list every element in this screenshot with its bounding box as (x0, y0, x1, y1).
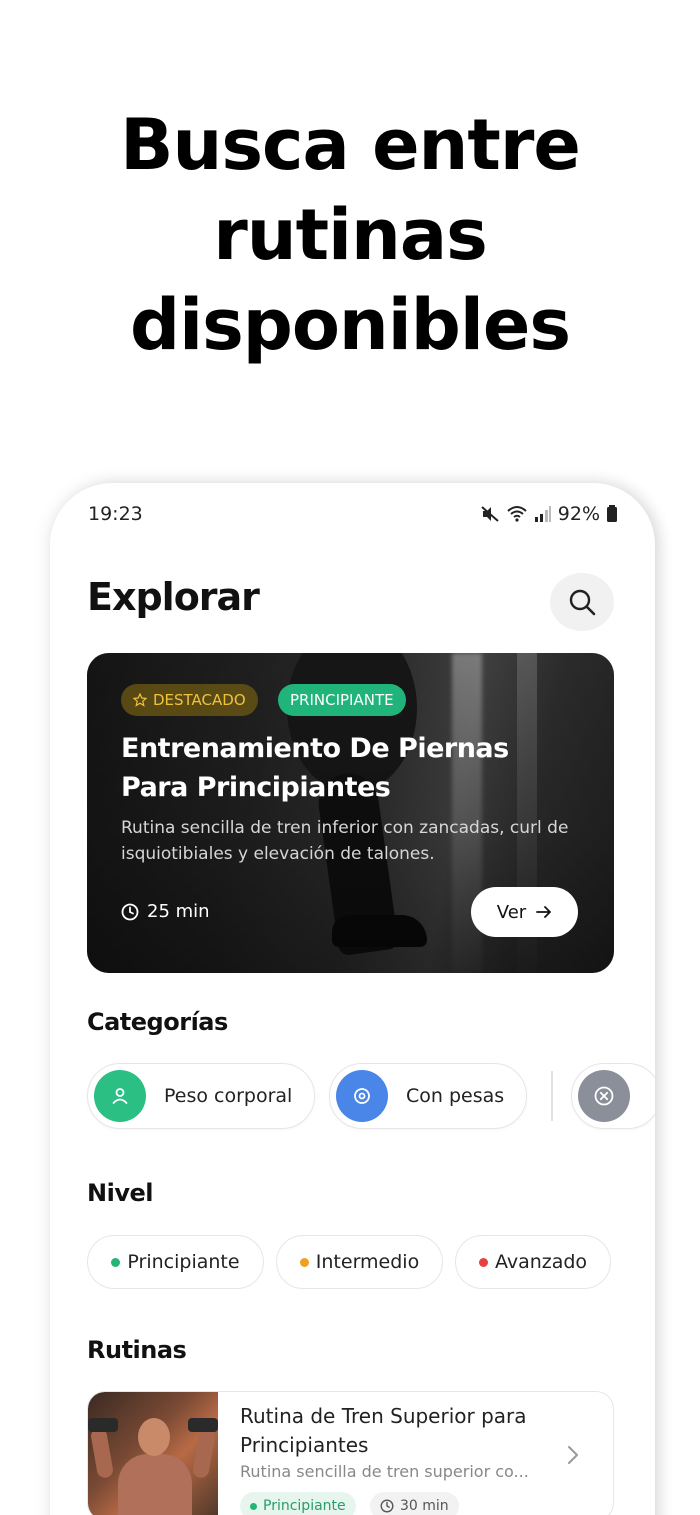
category-weights-label: Con pesas (406, 1085, 505, 1107)
featured-view-label: Ver (496, 901, 527, 923)
featured-view-button[interactable]: Ver (471, 887, 578, 937)
page-title: Explorar (87, 575, 260, 619)
routine-duration-label: 30 min (400, 1498, 449, 1514)
close-circle-icon (578, 1070, 630, 1122)
featured-title: Entrenamiento De Piernas Para Principian… (121, 729, 601, 807)
featured-description: Rutina sencilla de tren inferior con zan… (121, 818, 569, 864)
featured-duration: 25 min (121, 901, 210, 922)
battery-icon (607, 505, 617, 522)
search-button[interactable] (550, 573, 614, 631)
routine-duration-tag: 30 min (370, 1492, 459, 1515)
featured-badge: DESTACADO (121, 684, 258, 716)
level-intermediate-label: Intermedio (315, 1251, 420, 1273)
headline-line-1: Busca entre (120, 104, 581, 186)
routine-level-dot (250, 1502, 257, 1510)
mute-icon (481, 506, 499, 522)
category-clear[interactable] (571, 1063, 655, 1129)
level-beginner-chip[interactable]: Principiante (87, 1235, 264, 1289)
level-advanced-dot (478, 1257, 488, 1267)
status-bar: 19:23 92% (88, 503, 618, 529)
clock-icon (121, 903, 139, 920)
routine-level-label: Principiante (263, 1498, 346, 1514)
clock-icon (380, 1499, 394, 1513)
search-icon (569, 589, 596, 616)
categories-title: Categorías (87, 1008, 228, 1036)
battery-percent: 92% (557, 503, 600, 525)
level-badge-label: PRINCIPIANTE (290, 691, 394, 709)
featured-badge-label: DESTACADO (153, 691, 246, 709)
featured-title-line-1: Entrenamiento De Piernas (121, 733, 509, 764)
routines-title: Rutinas (87, 1336, 187, 1364)
level-intermediate-chip[interactable]: Intermedio (276, 1235, 443, 1289)
headline: Busca entre rutinas disponibles (0, 100, 700, 370)
star-icon (133, 693, 147, 707)
wifi-icon (507, 506, 527, 522)
level-advanced-chip[interactable]: Avanzado (455, 1235, 611, 1289)
target-icon (336, 1070, 388, 1122)
user-icon (94, 1070, 146, 1122)
category-bodyweight-label: Peso corporal (164, 1085, 293, 1107)
categories-row: Peso corporal Con pesas (87, 1063, 655, 1129)
routine-thumbnail (88, 1392, 218, 1515)
level-beginner-dot (111, 1257, 121, 1267)
level-advanced-label: Avanzado (494, 1251, 588, 1273)
status-time: 19:23 (88, 503, 143, 525)
featured-duration-label: 25 min (147, 901, 210, 922)
routine-description: Rutina sencilla de tren superior co... (240, 1462, 529, 1481)
status-icons: 92% (480, 503, 618, 525)
level-badge: PRINCIPIANTE (278, 684, 406, 716)
chevron-right-icon (568, 1446, 578, 1464)
level-title: Nivel (87, 1179, 153, 1207)
category-bodyweight[interactable]: Peso corporal (87, 1063, 316, 1129)
signal-icon (534, 506, 551, 522)
routine-card[interactable]: Rutina de Tren Superior para Principiant… (87, 1391, 614, 1515)
routine-title: Rutina de Tren Superior para Principiant… (240, 1404, 527, 1457)
featured-card[interactable]: DESTACADO PRINCIPIANTE Entrenamiento De … (87, 653, 614, 973)
arrow-right-icon (536, 906, 552, 918)
level-intermediate-dot (299, 1257, 309, 1267)
routine-level-tag: Principiante (240, 1492, 356, 1515)
headline-line-2: rutinas (213, 194, 488, 276)
phone-frame: 19:23 92% Explorar DESTACADO PRINCIPIANT… (50, 483, 655, 1515)
headline-line-3: disponibles (129, 284, 571, 366)
categories-divider (551, 1071, 553, 1121)
level-beginner-label: Principiante (127, 1251, 240, 1273)
featured-title-line-2: Para Principiantes (121, 772, 391, 803)
category-weights[interactable]: Con pesas (329, 1063, 528, 1129)
